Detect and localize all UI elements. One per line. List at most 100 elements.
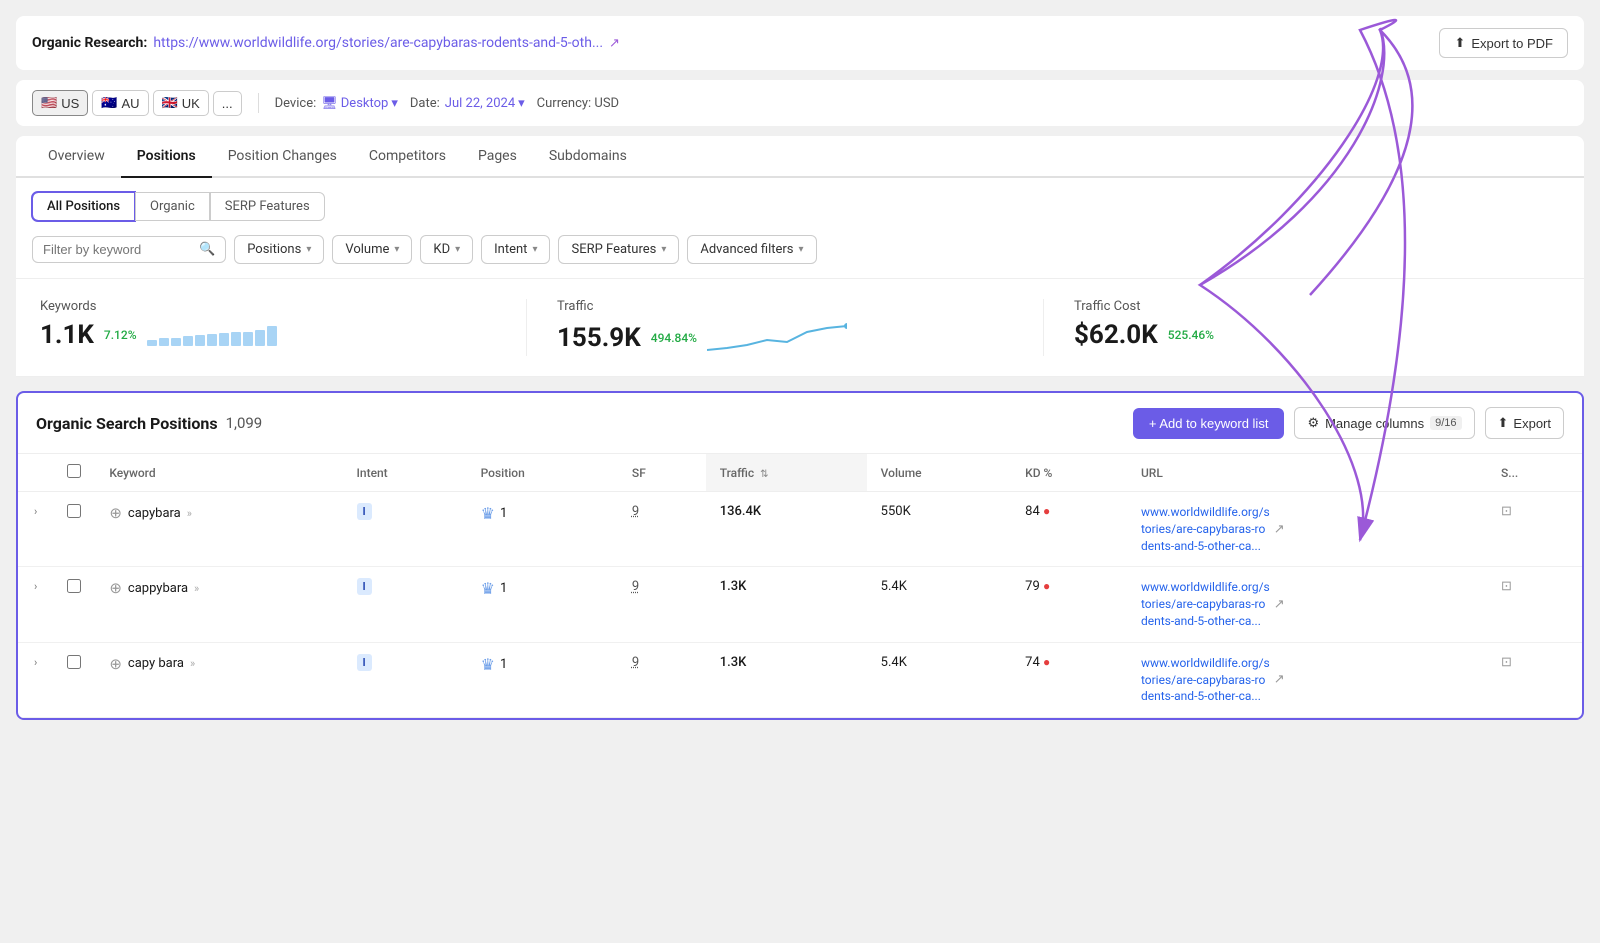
subtab-all-positions[interactable]: All Positions	[32, 192, 135, 221]
kd-value-3: 74	[1025, 655, 1040, 670]
divider	[258, 93, 259, 113]
kd-dropdown[interactable]: KD ▾	[420, 235, 473, 264]
tab-overview[interactable]: Overview	[32, 136, 121, 178]
td-traffic-1: 136.4K	[706, 492, 867, 567]
export-pdf-button[interactable]: ⬆ Export to PDF	[1439, 28, 1568, 58]
flag-us[interactable]: 🇺🇸 US	[32, 90, 88, 116]
row-checkbox-1[interactable]	[67, 504, 81, 518]
keyword-arrows-2[interactable]: »	[194, 582, 199, 595]
flag-us-label: US	[61, 96, 79, 111]
flag-uk-emoji: 🇬🇧	[162, 95, 178, 111]
td-url-1: www.worldwildlife.org/stories/are-capyba…	[1127, 492, 1487, 567]
crown-icon-1: ♛	[481, 504, 495, 523]
flag-au[interactable]: 🇦🇺 AU	[92, 90, 148, 116]
external-link-icon[interactable]: ↗	[609, 36, 620, 51]
flags-more-button[interactable]: ...	[213, 91, 242, 116]
td-sf-2: 9	[618, 567, 706, 642]
manage-columns-badge: 9/16	[1430, 416, 1461, 430]
screenshot-icon-2[interactable]: ⊡	[1501, 579, 1512, 594]
traffic-value-2: 1.3K	[720, 579, 747, 594]
keyword-filter-input[interactable]	[43, 242, 193, 257]
upload-icon: ⬆	[1454, 35, 1465, 51]
stat-keywords-change: 7.12%	[104, 328, 137, 342]
intent-badge-2: I	[357, 578, 372, 595]
serp-features-dropdown[interactable]: SERP Features ▾	[558, 235, 679, 264]
positions-dropdown[interactable]: Positions ▾	[234, 235, 324, 264]
td-traffic-2: 1.3K	[706, 567, 867, 642]
tab-competitors[interactable]: Competitors	[353, 136, 462, 178]
keyword-arrows-3[interactable]: »	[190, 657, 195, 670]
row-expand-button-2[interactable]: ›	[32, 578, 39, 595]
bar-4	[183, 336, 193, 346]
stat-traffic-label: Traffic	[557, 299, 1013, 314]
td-position-1: ♛ 1	[467, 492, 618, 567]
url-external-icon-2[interactable]: ↗	[1274, 597, 1285, 612]
monitor-icon: 🖥	[321, 96, 338, 111]
th-volume: Volume	[867, 454, 1011, 492]
intent-dropdown[interactable]: Intent ▾	[481, 235, 550, 264]
add-keyword-icon-3[interactable]: ⊕	[109, 655, 122, 673]
td-checkbox-1[interactable]	[53, 492, 95, 567]
volume-dropdown[interactable]: Volume ▾	[332, 235, 412, 264]
bar-6	[207, 334, 217, 346]
td-checkbox-2[interactable]	[53, 567, 95, 642]
td-expand-3[interactable]: ›	[18, 642, 53, 717]
stat-keywords-bars	[147, 324, 277, 346]
tab-position-changes[interactable]: Position Changes	[212, 136, 353, 178]
flag-uk[interactable]: 🇬🇧 UK	[153, 90, 209, 116]
row-expand-button[interactable]: ›	[32, 503, 39, 520]
chevron-down-icon-positions: ▾	[306, 244, 311, 255]
tab-subdomains[interactable]: Subdomains	[533, 136, 643, 178]
url-text-1[interactable]: www.worldwildlife.org/stories/are-capyba…	[1141, 504, 1270, 554]
td-expand-1[interactable]: ›	[18, 492, 53, 567]
row-checkbox-2[interactable]	[67, 579, 81, 593]
keyword-arrows-1[interactable]: »	[187, 507, 192, 520]
td-checkbox-3[interactable]	[53, 642, 95, 717]
subtab-organic[interactable]: Organic	[135, 192, 210, 221]
screenshot-icon-3[interactable]: ⊡	[1501, 655, 1512, 670]
th-checkbox	[53, 454, 95, 492]
url-text-3[interactable]: www.worldwildlife.org/stories/are-capyba…	[1141, 655, 1270, 705]
chevron-down-icon-date: ▾	[518, 96, 525, 111]
url-text-2[interactable]: www.worldwildlife.org/stories/are-capyba…	[1141, 579, 1270, 629]
nav-tabs: Overview Positions Position Changes Comp…	[16, 136, 1584, 178]
th-kd: KD %	[1011, 454, 1127, 492]
th-traffic[interactable]: Traffic ⇅	[706, 454, 867, 492]
row-expand-button-3[interactable]: ›	[32, 654, 39, 671]
tab-positions[interactable]: Positions	[121, 136, 212, 178]
sf-value-1[interactable]: 9	[632, 504, 639, 519]
chevron-down-icon-kd: ▾	[455, 244, 460, 255]
add-keyword-icon-2[interactable]: ⊕	[109, 579, 122, 597]
sf-value-2[interactable]: 9	[632, 579, 639, 594]
url-external-icon-3[interactable]: ↗	[1274, 672, 1285, 687]
date-selector[interactable]: Jul 22, 2024 ▾	[445, 96, 525, 111]
sf-value-3[interactable]: 9	[632, 655, 639, 670]
select-all-checkbox[interactable]	[67, 464, 81, 478]
add-keyword-icon-1[interactable]: ⊕	[109, 504, 122, 522]
add-to-keyword-list-button[interactable]: + Add to keyword list	[1133, 408, 1285, 439]
screenshot-icon-1[interactable]: ⊡	[1501, 504, 1512, 519]
advanced-filters-dropdown[interactable]: Advanced filters ▾	[687, 235, 816, 264]
subtab-serp-features[interactable]: SERP Features	[210, 192, 325, 221]
bar-8	[231, 332, 241, 346]
bar-11	[267, 326, 277, 346]
url-external-icon-1[interactable]: ↗	[1274, 522, 1285, 537]
page-url[interactable]: https://www.worldwildlife.org/stories/ar…	[153, 35, 603, 51]
tab-pages[interactable]: Pages	[462, 136, 533, 178]
sub-tabs: All Positions Organic SERP Features	[32, 192, 1568, 221]
td-expand-2[interactable]: ›	[18, 567, 53, 642]
chevron-down-icon: ▾	[391, 96, 398, 111]
filters-section: All Positions Organic SERP Features 🔍 Po…	[16, 178, 1584, 279]
row-checkbox-3[interactable]	[67, 655, 81, 669]
export-button[interactable]: ⬆ Export	[1485, 407, 1564, 439]
stat-traffic: Traffic 155.9K 494.84%	[557, 299, 1044, 356]
intent-badge-1: I	[357, 503, 372, 520]
device-selector[interactable]: 🖥 Desktop ▾	[321, 96, 398, 111]
td-sf-1: 9	[618, 492, 706, 567]
stat-keywords-value: 1.1K	[40, 320, 94, 350]
export-icon: ⬆	[1498, 415, 1509, 431]
positions-table: Keyword Intent Position SF Traffic ⇅ Vol…	[18, 454, 1582, 718]
keyword-filter-input-wrap[interactable]: 🔍	[32, 236, 226, 263]
manage-columns-button[interactable]: ⚙ Manage columns 9/16	[1294, 407, 1474, 439]
chevron-down-icon-serp: ▾	[661, 244, 666, 255]
